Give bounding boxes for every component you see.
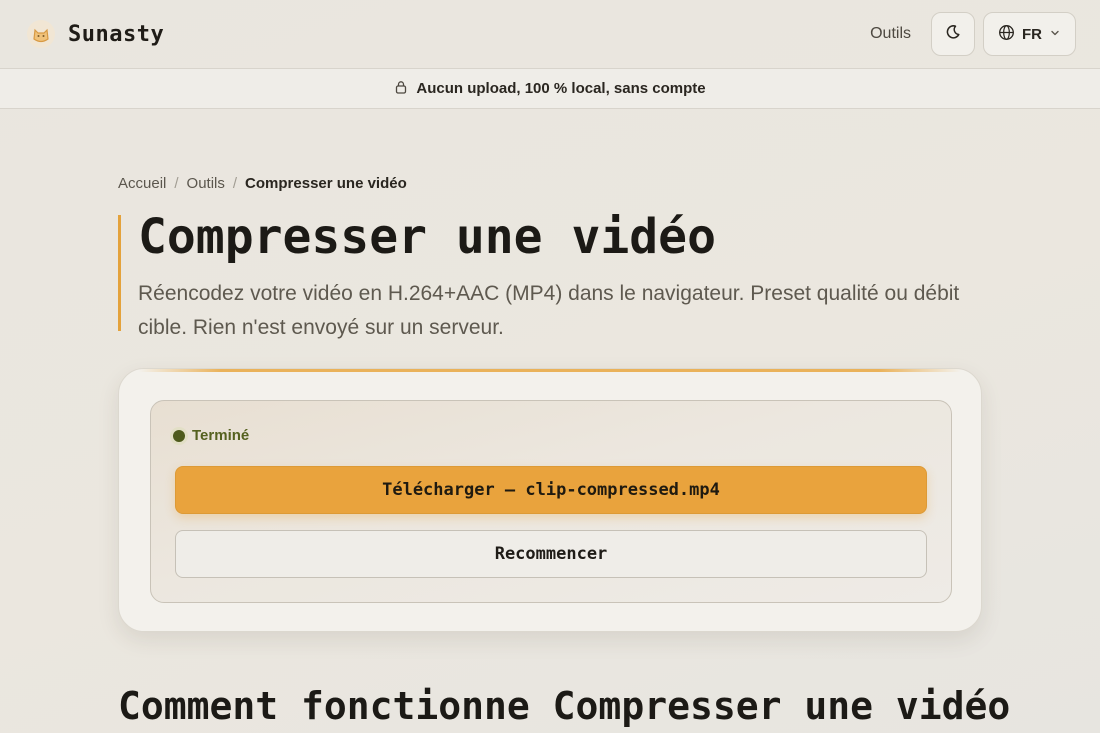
moon-icon [945,24,961,45]
result-panel: Terminé Télécharger — clip-compressed.mp… [150,400,952,603]
language-label: FR [1022,25,1042,43]
site-header: Sunasty Outils FR [0,0,1100,68]
header-actions: Outils FR [870,12,1076,56]
status-badge: Terminé [173,427,249,444]
privacy-banner: Aucun upload, 100 % local, sans compte [0,68,1100,109]
cat-logo-icon[interactable] [24,17,58,51]
chevron-down-icon [1049,26,1061,43]
nav-tools-link[interactable]: Outils [870,25,911,43]
banner-text: Aucun upload, 100 % local, sans compte [416,80,706,97]
status-dot-icon [173,429,185,442]
status-label: Terminé [192,427,250,444]
how-it-works-heading: Comment fonctionne Compresser une vidéo [118,684,1011,728]
page-subtitle: Réencodez votre vidéo en H.264+AAC (MP4)… [138,282,960,339]
lock-icon [394,80,408,98]
theme-toggle-button[interactable] [931,12,975,56]
breadcrumb-home-link[interactable]: Accueil [118,175,166,192]
language-select-button[interactable]: FR [983,12,1076,56]
breadcrumb-separator: / [232,175,238,192]
page-hero: Compresser une vidéo Réencodez votre vid… [118,209,978,339]
breadcrumb-separator: / [174,175,179,192]
breadcrumb-tools-link[interactable]: Outils [187,175,225,192]
download-button[interactable]: Télécharger — clip-compressed.mp4 [175,466,927,514]
breadcrumb: Accueil / Outils / Compresser une vidéo [118,175,407,192]
page-title: Compresser une vidéo [138,209,716,265]
restart-button[interactable]: Recommencer [175,530,927,578]
brand-name[interactable]: Sunasty [68,22,164,47]
globe-icon [998,24,1015,45]
breadcrumb-current: Compresser une vidéo [245,175,407,192]
tool-card: Terminé Télécharger — clip-compressed.mp… [118,368,982,632]
